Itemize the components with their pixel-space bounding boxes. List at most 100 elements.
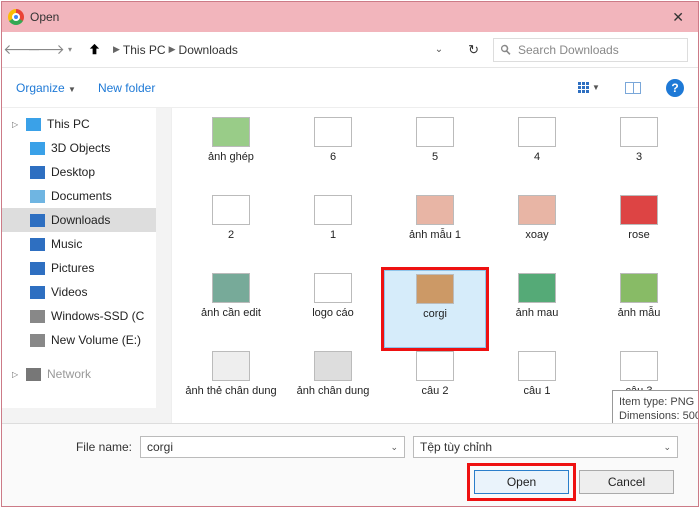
chevron-down-icon[interactable]: ⌄ [435, 44, 449, 55]
file-name-input[interactable]: corgi⌄ [140, 436, 405, 458]
window-title: Open [30, 10, 59, 24]
sidebar-scrollbar[interactable] [156, 108, 171, 423]
file-label: ảnh ghép [208, 151, 254, 163]
file-thumbnail [314, 351, 352, 381]
sidebar-item-downloads[interactable]: Downloads [2, 208, 171, 232]
open-button[interactable]: Open [474, 470, 569, 494]
file-item[interactable]: xoay [486, 192, 588, 270]
sidebar-item-label: Videos [51, 285, 87, 299]
refresh-button[interactable]: ↻ [458, 42, 489, 58]
file-label: logo cáo [312, 307, 354, 319]
chevron-right-icon: ▶ [169, 44, 176, 55]
file-thumbnail [620, 351, 658, 381]
file-item[interactable]: 6 [282, 114, 384, 192]
help-button[interactable]: ? [666, 79, 684, 97]
sidebar-item-videos[interactable]: Videos [2, 280, 171, 304]
nav-up-button[interactable] [84, 40, 104, 60]
file-item[interactable]: ảnh thẻ chân dung [180, 348, 282, 423]
chevron-down-icon: ▼ [68, 85, 76, 94]
expand-icon[interactable]: ▷ [12, 120, 20, 129]
file-thumbnail [620, 117, 658, 147]
sidebar-item-pc[interactable]: ▷This PC [2, 112, 171, 136]
file-item[interactable]: câu 1 [486, 348, 588, 423]
file-label: ảnh thẻ chân dung [185, 385, 276, 397]
file-label: 2 [228, 229, 234, 241]
sidebar-item-network[interactable]: ▷ Network [2, 362, 171, 386]
downloads-icon [30, 214, 45, 227]
sidebar-item-label: Desktop [51, 165, 95, 179]
file-item[interactable]: 1 [282, 192, 384, 270]
file-label: 3 [636, 151, 642, 163]
videos-icon [30, 286, 45, 299]
file-item[interactable]: 4 [486, 114, 588, 192]
sidebar-item-label: Documents [51, 189, 112, 203]
file-thumbnail [416, 117, 454, 147]
file-label: ảnh mẫu [618, 307, 661, 319]
desktop-icon [30, 166, 45, 179]
file-item[interactable]: rose [588, 192, 690, 270]
cancel-button[interactable]: Cancel [579, 470, 674, 494]
file-label: ảnh chân dung [297, 385, 370, 397]
toolbar: Organize ▼ New folder ▼ ? [2, 68, 698, 108]
chevron-down-icon: ▼ [592, 83, 600, 92]
file-item[interactable]: logo cáo [282, 270, 384, 348]
nav-forward-button: 🡒 [36, 40, 56, 60]
file-thumbnail [416, 195, 454, 225]
new-folder-button[interactable]: New folder [98, 81, 155, 95]
sidebar-item-pictures[interactable]: Pictures [2, 256, 171, 280]
file-item[interactable]: ảnh cần edit [180, 270, 282, 348]
file-item[interactable]: corgi [384, 270, 486, 348]
sidebar-item-music[interactable]: Music [2, 232, 171, 256]
sidebar-item-desktop[interactable]: Desktop [2, 160, 171, 184]
close-button[interactable]: ✕ [664, 7, 692, 28]
file-item[interactable]: ảnh mau [486, 270, 588, 348]
network-icon [26, 368, 41, 381]
file-type-filter[interactable]: Tệp tùy chỉnh⌄ [413, 436, 678, 458]
bottom-panel: File name: corgi⌄ Tệp tùy chỉnh⌄ Open Ca… [2, 423, 698, 506]
file-item[interactable]: 2 [180, 192, 282, 270]
file-item[interactable]: câu 2 [384, 348, 486, 423]
file-label: rose [628, 229, 649, 241]
chevron-down-icon[interactable]: ⌄ [663, 442, 671, 453]
organize-button[interactable]: Organize ▼ [16, 81, 76, 95]
sidebar-item-drive[interactable]: Windows-SSD (C [2, 304, 171, 328]
3d-icon [30, 142, 45, 155]
file-thumbnail [416, 274, 454, 304]
search-input[interactable]: Search Downloads [493, 38, 688, 62]
file-item[interactable]: 3 [588, 114, 690, 192]
title-bar: Open ✕ [2, 2, 698, 32]
chevron-down-icon[interactable]: ⌄ [390, 442, 398, 453]
file-label: câu 1 [524, 385, 551, 397]
sidebar-item-label: Network [47, 367, 91, 381]
file-label: xoay [525, 229, 548, 241]
breadcrumb-segment[interactable]: Downloads [179, 43, 238, 57]
sidebar-item-label: 3D Objects [51, 141, 110, 155]
breadcrumb[interactable]: ▶ This PC ▶ Downloads ⌄ [108, 40, 454, 60]
sidebar-item-3d[interactable]: 3D Objects [2, 136, 171, 160]
sidebar-item-documents[interactable]: Documents [2, 184, 171, 208]
file-label: 4 [534, 151, 540, 163]
file-name-label: File name: [22, 440, 132, 454]
file-thumbnail [314, 273, 352, 303]
file-item[interactable]: 5 [384, 114, 486, 192]
file-thumbnail [212, 273, 250, 303]
file-grid[interactable]: ảnh ghép 65 4 3 2 1ảnh mẫu 1 xoay rose ảnh cần e… [172, 108, 698, 423]
file-item[interactable]: ảnh chân dung [282, 348, 384, 423]
drive-icon [30, 310, 45, 323]
open-dialog: Open ✕ 🡐 🡒 ▾ ▶ This PC ▶ Downloads ⌄ ↻ S… [1, 1, 699, 507]
view-mode-button[interactable]: ▼ [578, 77, 600, 99]
preview-pane-button[interactable] [622, 77, 644, 99]
navigation-tree[interactable]: ▷This PC 3D Objects Desktop Documents Downlo… [2, 108, 172, 423]
file-item[interactable]: ảnh mẫu [588, 270, 690, 348]
file-thumbnail [518, 117, 556, 147]
file-thumbnail [518, 195, 556, 225]
nav-recent-dropdown[interactable]: ▾ [60, 40, 80, 60]
expand-icon[interactable]: ▷ [12, 370, 20, 379]
documents-icon [30, 190, 45, 203]
sidebar-hscrollbar[interactable] [2, 408, 156, 423]
breadcrumb-segment[interactable]: This PC [123, 43, 166, 57]
sidebar-item-drive[interactable]: New Volume (E:) [2, 328, 171, 352]
sidebar-item-label: Downloads [51, 213, 110, 227]
file-item[interactable]: ảnh ghép [180, 114, 282, 192]
file-item[interactable]: ảnh mẫu 1 [384, 192, 486, 270]
